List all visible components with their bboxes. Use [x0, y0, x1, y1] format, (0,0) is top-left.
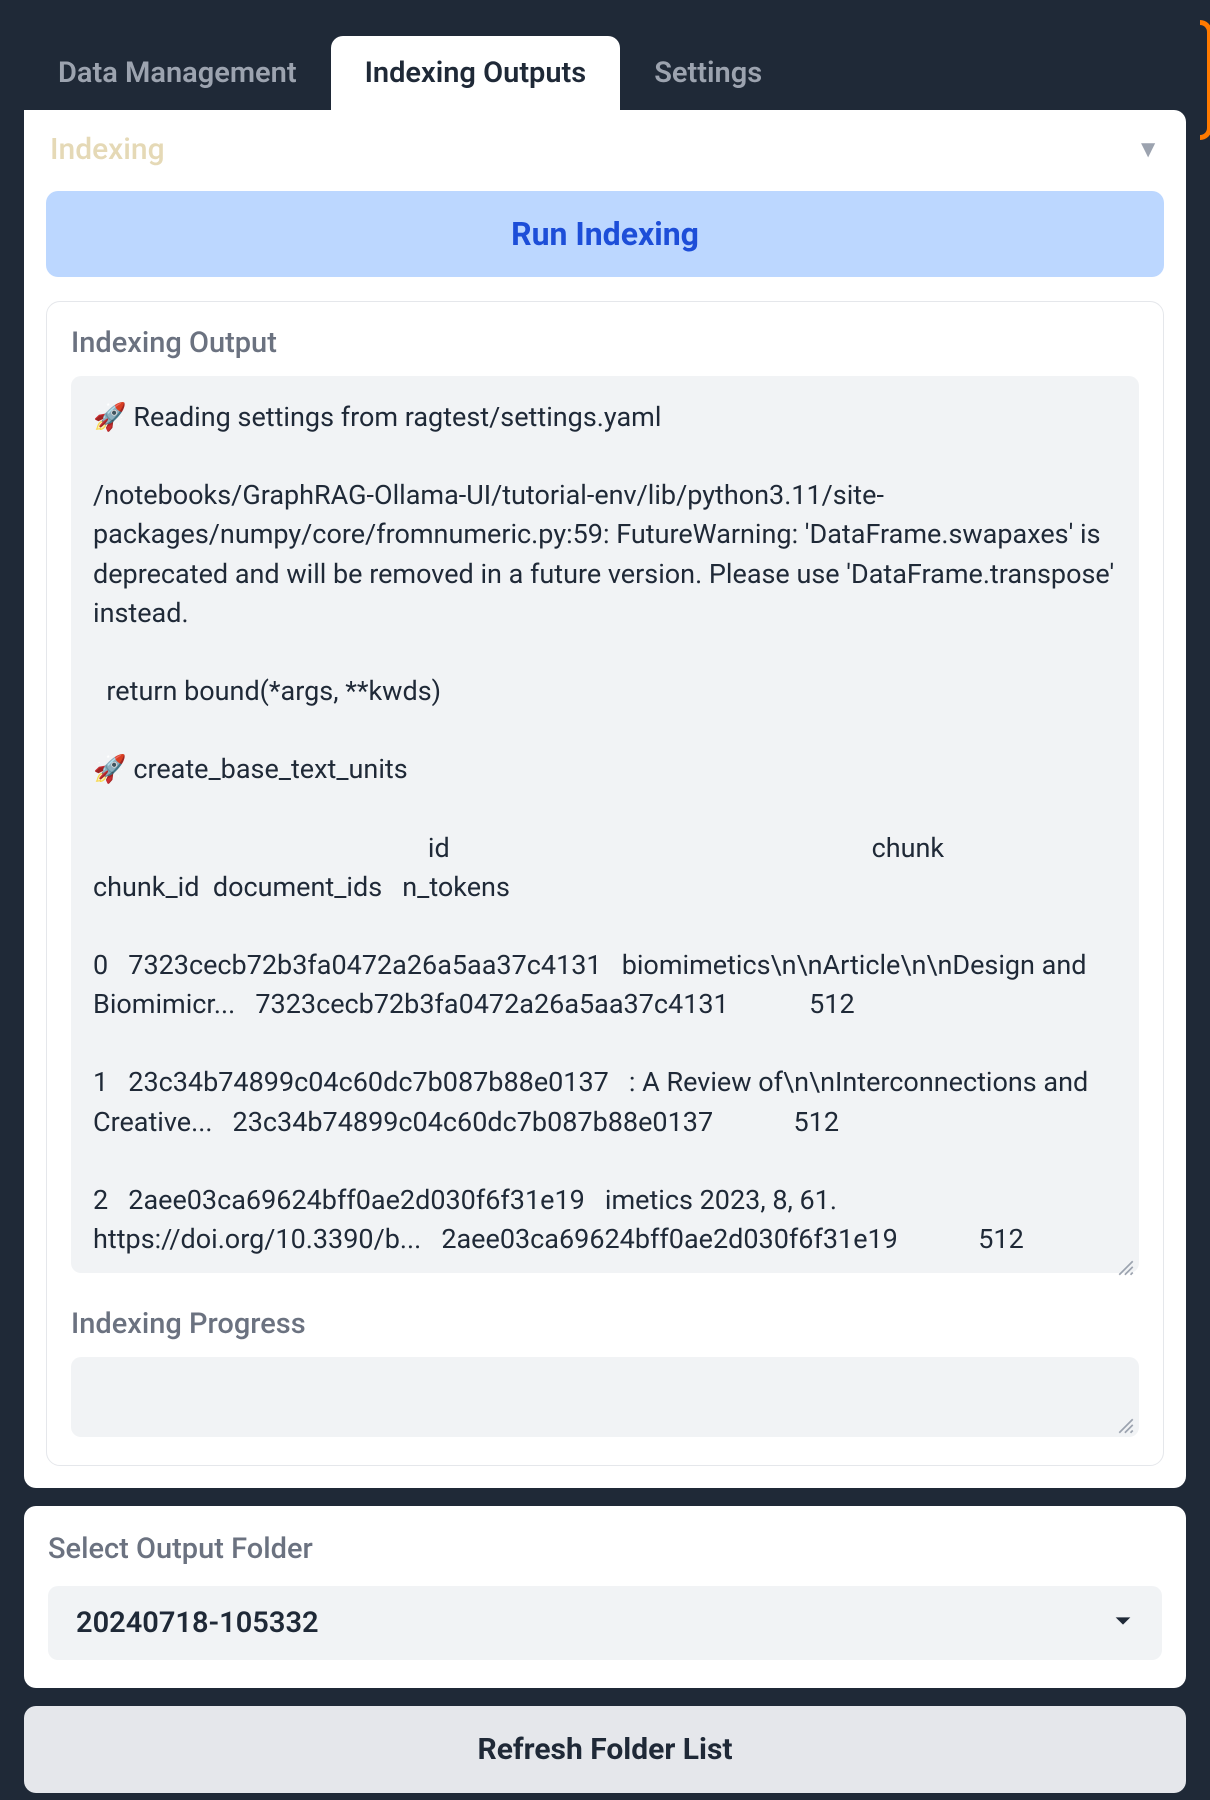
accordion-title: Indexing [50, 132, 165, 167]
output-folder-card: Select Output Folder 20240718-105332 [24, 1506, 1186, 1688]
indexing-output-label: Indexing Output [71, 326, 1139, 360]
resize-handle-icon[interactable] [1117, 1417, 1135, 1435]
select-output-folder-label: Select Output Folder [48, 1532, 1162, 1566]
resize-handle-icon[interactable] [1117, 1259, 1135, 1277]
output-folder-select[interactable]: 20240718-105332 [48, 1586, 1162, 1660]
chevron-down-icon: ▼ [1136, 135, 1160, 164]
refresh-folder-list-button[interactable]: Refresh Folder List [24, 1706, 1186, 1793]
indexing-progress-label: Indexing Progress [71, 1307, 1139, 1341]
caret-down-icon [1112, 1610, 1134, 1636]
tab-indexing-outputs[interactable]: Indexing Outputs [331, 36, 621, 110]
tab-settings[interactable]: Settings [620, 36, 796, 110]
app-wrap: Data Management Indexing Outputs Setting… [0, 0, 1210, 1800]
tabs-bar: Data Management Indexing Outputs Setting… [24, 0, 1186, 110]
tab-data-management[interactable]: Data Management [24, 36, 331, 110]
indexing-output-log[interactable]: 🚀 Reading settings from ragtest/settings… [71, 376, 1139, 1273]
run-indexing-button[interactable]: Run Indexing [46, 191, 1164, 277]
output-panel: Indexing Output 🚀 Reading settings from … [46, 301, 1164, 1466]
output-folder-selected-value: 20240718-105332 [76, 1606, 319, 1640]
indexing-card: Indexing ▼ Run Indexing Indexing Output … [24, 110, 1186, 1488]
decor-arc [1200, 20, 1210, 140]
indexing-progress-box[interactable] [71, 1357, 1139, 1437]
accordion-header[interactable]: Indexing ▼ [46, 128, 1164, 167]
